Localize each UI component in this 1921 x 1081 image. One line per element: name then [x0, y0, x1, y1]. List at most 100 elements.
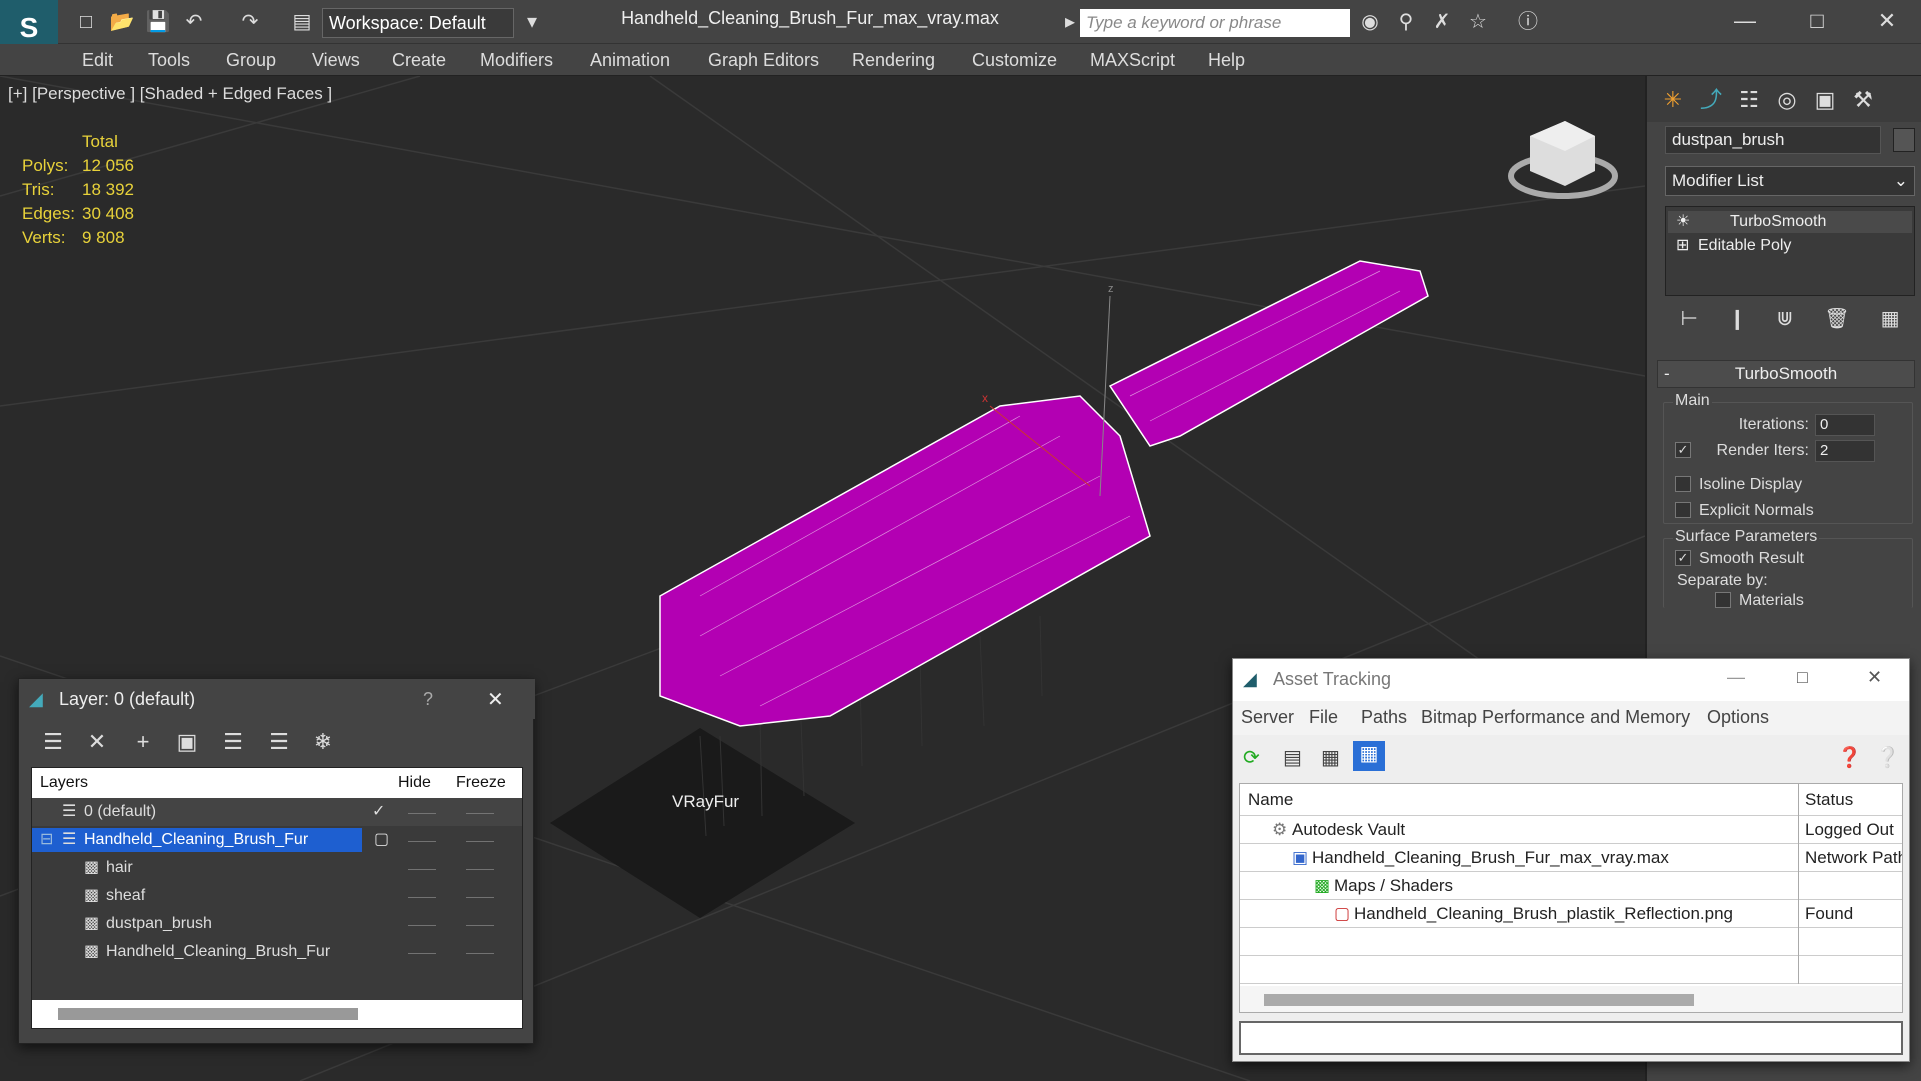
object-name-field[interactable]: dustpan_brush — [1665, 126, 1881, 154]
make-active-icon[interactable]: ▢ — [374, 826, 389, 854]
asset-row[interactable]: ▢ Handheld_Cleaning_Brush_plastik_Reflec… — [1240, 900, 1902, 928]
layer-window-titlebar[interactable]: ◢ Layer: 0 (default) ? ✕ — [19, 679, 535, 719]
open-file-icon[interactable]: 📂 — [108, 10, 136, 34]
brush-head[interactable] — [659, 395, 1151, 727]
col-layers[interactable]: Layers — [40, 774, 88, 792]
horizontal-scrollbar[interactable] — [32, 1000, 522, 1028]
select-objects-icon[interactable]: ▣ — [173, 729, 201, 755]
col-name[interactable]: Name — [1248, 784, 1293, 816]
remove-modifier-icon[interactable]: 🗑 — [1824, 306, 1849, 331]
redo-icon[interactable]: ↷ — [236, 10, 264, 34]
vrayfur-plane[interactable] — [550, 728, 855, 918]
smooth-result-checkbox[interactable]: ✓ — [1675, 550, 1691, 566]
hide-toggle[interactable]: —— — [408, 854, 436, 882]
freeze-toggle[interactable]: —— — [466, 826, 494, 854]
show-end-result-icon[interactable]: ❙ — [1729, 306, 1746, 331]
layer-row-selected[interactable]: ⊟ ☰ Handheld_Cleaning_Brush_Fur ▢ —— —— — [32, 826, 522, 854]
object-row[interactable]: ▩ Handheld_Cleaning_Brush_Fur —— —— — [32, 938, 522, 966]
highlight-layer-icon[interactable]: ☰ — [219, 729, 247, 755]
modifier-list-dropdown[interactable]: Modifier List ⌄ — [1665, 166, 1915, 196]
asset-row[interactable]: ▩ Maps / Shaders — [1240, 872, 1902, 900]
stack-item-turbosmooth[interactable]: ☀ TurboSmooth — [1668, 211, 1912, 233]
new-file-icon[interactable]: □ — [72, 10, 100, 34]
close-icon[interactable]: ✕ — [487, 687, 504, 712]
brush-handle[interactable] — [1108, 260, 1429, 447]
search-expand-icon[interactable]: ▸ — [1060, 10, 1080, 34]
pin-stack-icon[interactable]: ⊢ — [1680, 306, 1697, 331]
asset-row[interactable]: ▣ Handheld_Cleaning_Brush_Fur_max_vray.m… — [1240, 844, 1902, 872]
object-row[interactable]: ▩ hair —— —— — [32, 854, 522, 882]
viewcube-icon[interactable] — [1508, 121, 1618, 199]
menu-server[interactable]: Server — [1241, 707, 1294, 728]
menu-maxscript[interactable]: MAXScript — [1090, 50, 1175, 71]
help-icon[interactable]: ⓘ — [1514, 10, 1542, 34]
favorite-star-icon[interactable]: ☆ — [1464, 10, 1492, 34]
add-layer-icon[interactable]: + — [129, 729, 157, 755]
menu-customize[interactable]: Customize — [972, 50, 1057, 71]
help-icon[interactable]: ? — [423, 689, 433, 710]
freeze-toggle[interactable]: —— — [466, 882, 494, 910]
key-icon[interactable]: ⚲ — [1392, 10, 1420, 34]
freeze-toggle[interactable]: —— — [466, 798, 494, 826]
save-icon[interactable]: 💾 — [144, 10, 172, 34]
minimize-icon[interactable]: — — [1710, 4, 1780, 38]
project-icon[interactable]: ▤ — [288, 10, 316, 34]
scrollbar-thumb[interactable] — [58, 1008, 358, 1020]
hide-all-icon[interactable]: ☰ — [265, 729, 293, 755]
hide-toggle[interactable]: —— — [408, 938, 436, 966]
table-view-icon[interactable]: ▦ — [1353, 741, 1385, 771]
freeze-toggle[interactable]: —— — [466, 938, 494, 966]
render-iters-checkbox[interactable]: ✓ — [1675, 442, 1691, 458]
thumbnail-view-icon[interactable]: ▦ — [1321, 745, 1340, 770]
freeze-toggle[interactable]: —— — [466, 910, 494, 938]
hide-toggle[interactable]: —— — [408, 882, 436, 910]
signin-icon[interactable]: ✗ — [1428, 10, 1456, 34]
modify-tab-icon[interactable]: ⤴ — [1695, 84, 1727, 116]
freeze-toggle[interactable]: —— — [466, 854, 494, 882]
create-tab-icon[interactable]: ✳ — [1657, 84, 1689, 116]
close-icon[interactable]: ✕ — [1852, 4, 1921, 38]
menu-help[interactable]: Help — [1208, 50, 1245, 71]
undo-icon[interactable]: ↶ — [180, 10, 208, 34]
menu-rendering[interactable]: Rendering — [852, 50, 935, 71]
scrollbar-thumb[interactable] — [1264, 994, 1694, 1006]
active-checkmark-icon[interactable]: ✓ — [372, 798, 385, 826]
minimize-icon[interactable]: — — [1727, 667, 1745, 688]
close-icon[interactable]: ✕ — [1867, 667, 1882, 688]
context-help-icon[interactable]: ❔ — [1875, 745, 1900, 770]
render-iters-spinner[interactable]: 2 — [1815, 440, 1875, 462]
stack-item-editable-poly[interactable]: ⊞ Editable Poly — [1668, 235, 1912, 257]
menu-views[interactable]: Views — [312, 50, 360, 71]
menu-create[interactable]: Create — [392, 50, 446, 71]
menu-animation[interactable]: Animation — [590, 50, 670, 71]
asset-window-titlebar[interactable]: ◢ Asset Tracking — □ ✕ — [1233, 659, 1909, 701]
motion-tab-icon[interactable]: ◎ — [1771, 84, 1803, 116]
utilities-tab-icon[interactable]: ⚒ — [1847, 84, 1879, 116]
viewport-label[interactable]: [+] [Perspective ] [Shaded + Edged Faces… — [8, 84, 332, 104]
menu-tools[interactable]: Tools — [148, 50, 190, 71]
menu-options[interactable]: Options — [1707, 707, 1769, 728]
layer-row[interactable]: ☰ 0 (default) ✓ —— —— — [32, 798, 522, 826]
asset-row[interactable]: ⚙ Autodesk Vault Logged Out — [1240, 816, 1902, 844]
delete-layer-icon[interactable]: ✕ — [83, 729, 111, 755]
object-color-swatch[interactable] — [1893, 128, 1915, 152]
hide-toggle[interactable]: —— — [408, 910, 436, 938]
menu-modifiers[interactable]: Modifiers — [480, 50, 553, 71]
asset-path-field[interactable] — [1239, 1021, 1903, 1055]
layer-select-icon[interactable]: ☰ — [39, 729, 67, 755]
explicit-normals-checkbox[interactable] — [1675, 502, 1691, 518]
col-status[interactable]: Status — [1798, 784, 1902, 816]
collapse-minus-icon[interactable]: ⊟ — [40, 826, 53, 854]
menu-paths[interactable]: Paths — [1361, 707, 1407, 728]
maximize-icon[interactable]: □ — [1782, 4, 1852, 38]
menu-edit[interactable]: Edit — [82, 50, 113, 71]
workspace-dropdown[interactable]: Workspace: Default — [322, 8, 514, 38]
isoline-checkbox[interactable] — [1675, 476, 1691, 492]
horizontal-scrollbar[interactable] — [1240, 986, 1902, 1012]
menu-bitmap-performance[interactable]: Bitmap Performance and Memory — [1421, 707, 1690, 728]
rollout-collapse-icon[interactable]: - — [1664, 361, 1670, 387]
refresh-icon[interactable]: ⟳ — [1243, 745, 1260, 770]
hide-toggle[interactable]: —— — [408, 798, 436, 826]
maximize-icon[interactable]: □ — [1797, 667, 1808, 688]
materials-checkbox[interactable] — [1715, 592, 1731, 608]
